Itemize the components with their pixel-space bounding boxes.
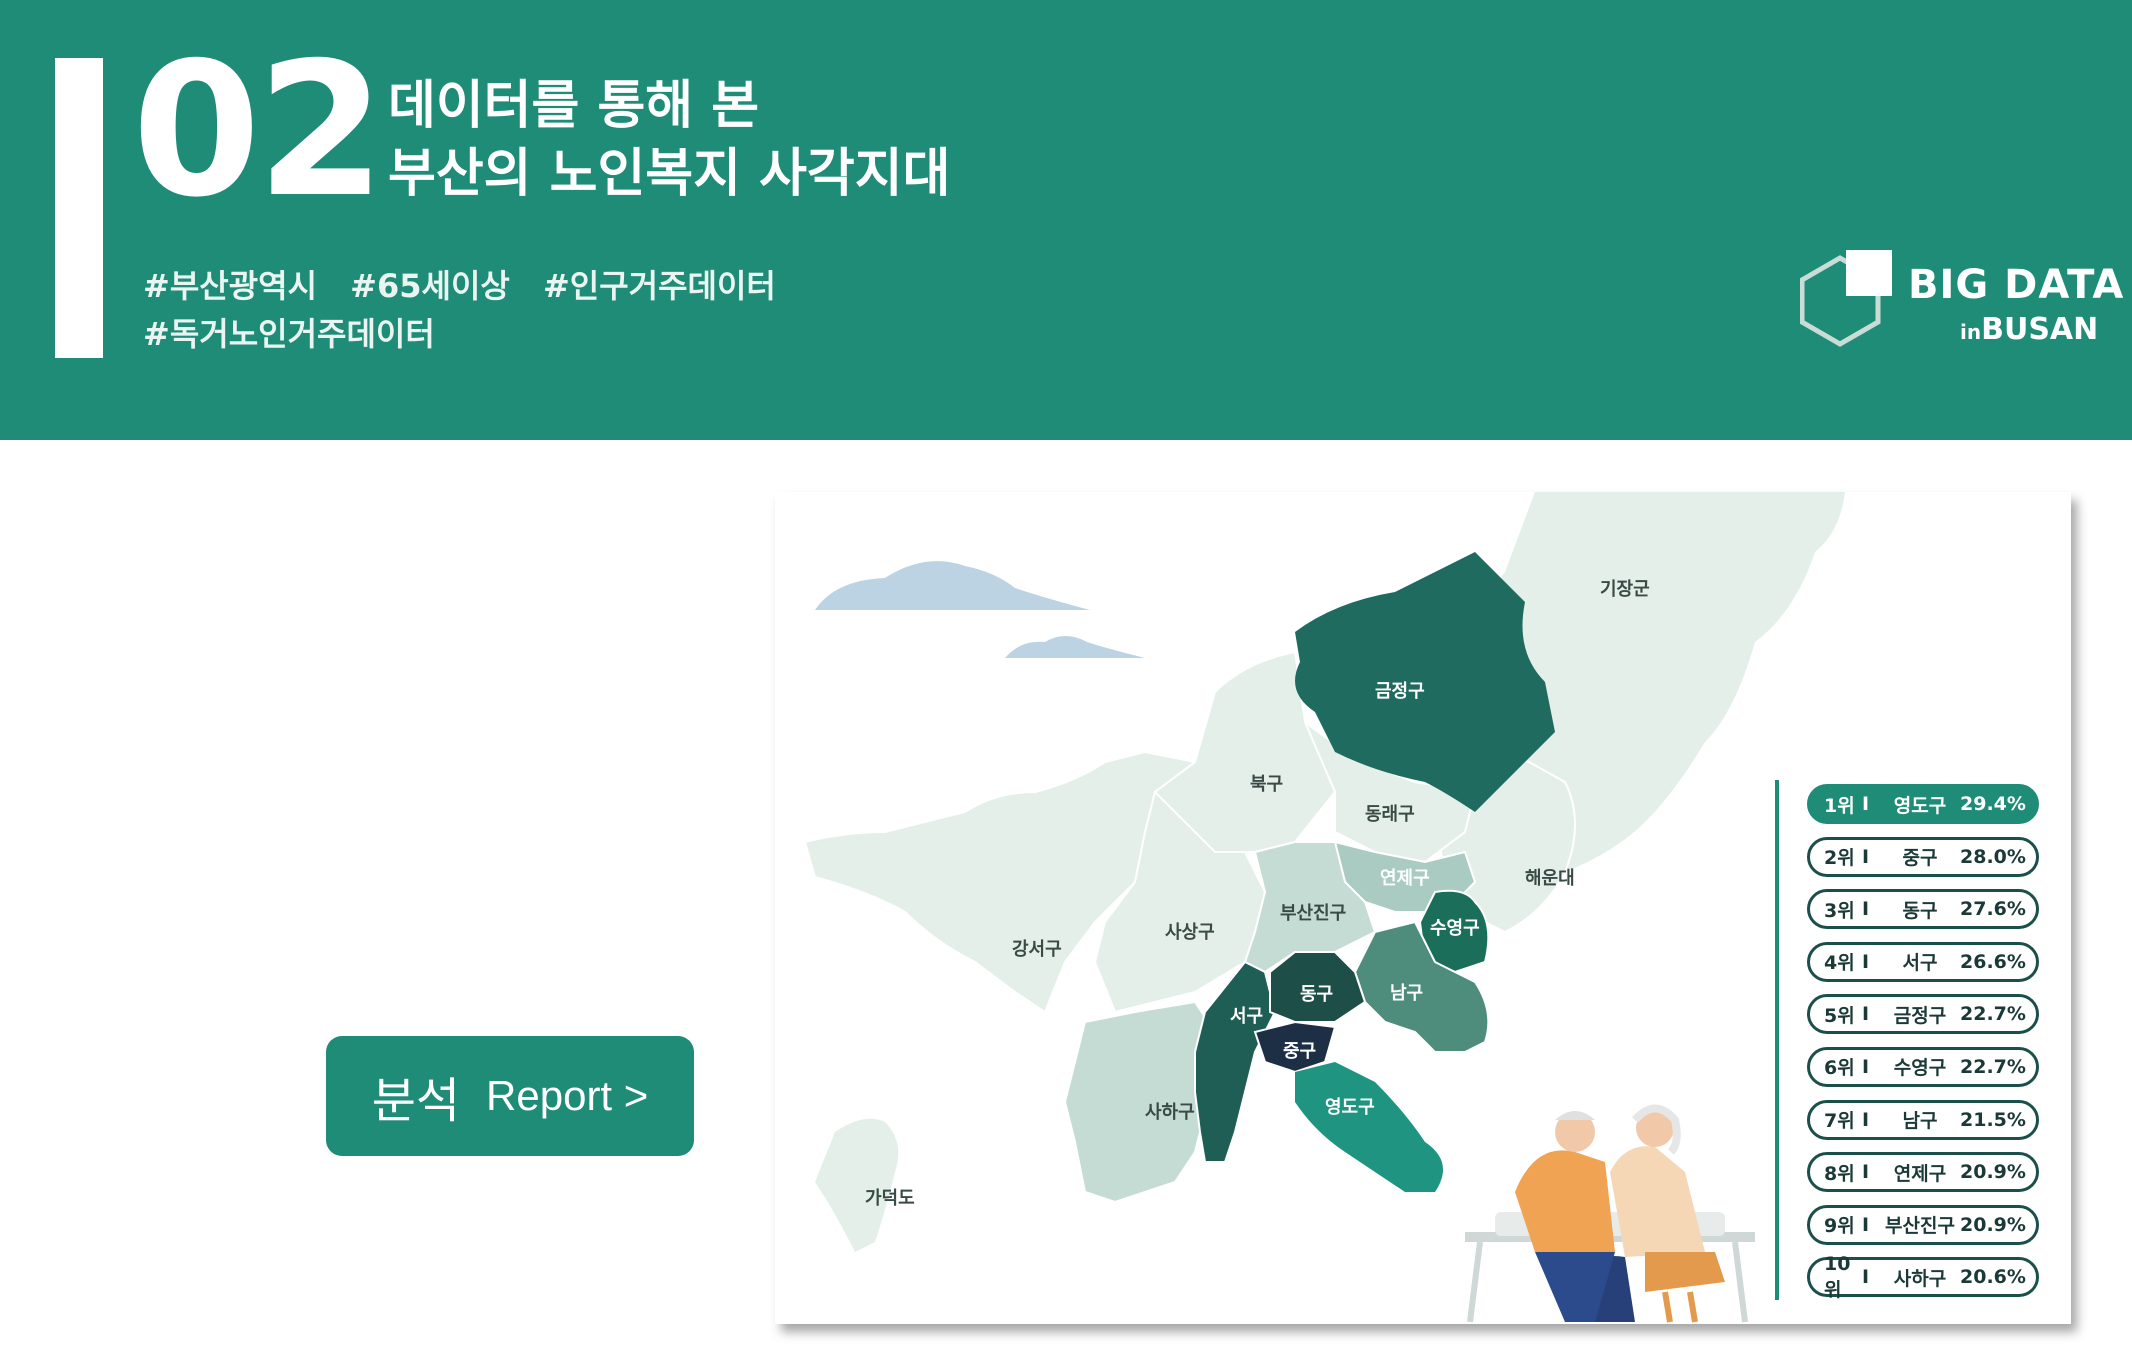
ranking-value: 27.6% bbox=[1960, 898, 2026, 921]
ranking-rank: 7위 bbox=[1824, 1110, 1855, 1133]
district-label: 영도구 bbox=[1325, 1097, 1375, 1118]
ranking-separator: I bbox=[1862, 793, 1870, 815]
district-label: 사상구 bbox=[1165, 922, 1215, 943]
district-label: 부산진구 bbox=[1280, 903, 1346, 924]
section-number: 02 bbox=[132, 22, 385, 238]
district-label: 수영구 bbox=[1430, 918, 1480, 939]
ranking-item: 2위 I 중구 28.0% bbox=[1807, 836, 2039, 877]
ranking-value: 22.7% bbox=[1960, 1003, 2026, 1026]
district-label: 가덕도 bbox=[865, 1188, 915, 1209]
district-label: 해운대 bbox=[1525, 868, 1575, 889]
ranking-rank: 5위 bbox=[1824, 1004, 1855, 1027]
logo-text-busan-word: BUSAN bbox=[1981, 312, 2099, 347]
ranking-item: 9위 I 부산진구 20.9% bbox=[1807, 1204, 2039, 1245]
logo-text-big-data: BIG DATA bbox=[1908, 262, 2125, 308]
district-label: 동래구 bbox=[1365, 804, 1415, 825]
ranking-rule bbox=[1775, 780, 1779, 1300]
ranking-district: 중구 bbox=[1902, 847, 1938, 870]
report-button[interactable]: 분석 Report > bbox=[326, 1036, 694, 1156]
hashtag: #독거노인거주데이터 bbox=[143, 315, 435, 353]
hashtag: #인구거주데이터 bbox=[542, 267, 776, 305]
ranking-item: 6위 I 수영구 22.7% bbox=[1807, 1046, 2039, 1087]
cloud-icon bbox=[815, 561, 1090, 610]
hashtag: #65세이상 bbox=[350, 267, 510, 305]
logo-text-busan: inBUSAN bbox=[1960, 312, 2098, 347]
ranking-district: 수영구 bbox=[1893, 1057, 1947, 1080]
ranking-district: 금정구 bbox=[1893, 1004, 1947, 1027]
ranking-separator: I bbox=[1862, 898, 1870, 921]
page-title: 데이터를 통해 본 부산의 노인복지 사각지대 bbox=[388, 72, 950, 208]
ranking-value: 20.9% bbox=[1960, 1161, 2026, 1184]
ranking-list: 1위 I 영도구 29.4% 2위 I 중구 28.0% 3위 I 동구 27.6% 4위 I 서구 26.6… bbox=[1807, 784, 2039, 1310]
district-label: 금정구 bbox=[1375, 681, 1425, 702]
ranking-rank: 1위 bbox=[1824, 794, 1855, 817]
ranking-item: 3위 I 동구 27.6% bbox=[1807, 889, 2039, 930]
ranking-separator: I bbox=[1862, 1055, 1870, 1078]
ranking-separator: I bbox=[1862, 1003, 1870, 1026]
district-label: 남구 bbox=[1390, 983, 1423, 1004]
district-gadeokdo bbox=[815, 1118, 899, 1252]
report-button-korean: 분석 bbox=[371, 1073, 461, 1129]
hashtag-list: #부산광역시 #65세이상 #인구거주데이터 #독거노인거주데이터 bbox=[143, 262, 798, 358]
district-label: 중구 bbox=[1283, 1041, 1316, 1062]
district-label: 서구 bbox=[1230, 1006, 1263, 1027]
ranking-rank: 2위 bbox=[1824, 847, 1855, 870]
district-seo bbox=[1194, 960, 1277, 1163]
ranking-value: 29.4% bbox=[1960, 793, 2026, 815]
ranking-item: 1위 I 영도구 29.4% bbox=[1807, 784, 2039, 824]
ranking-value: 28.0% bbox=[1960, 845, 2026, 868]
ranking-item: 8위 I 연제구 20.9% bbox=[1807, 1152, 2039, 1193]
ranking-district: 연제구 bbox=[1893, 1162, 1947, 1185]
ranking-item: 7위 I 남구 21.5% bbox=[1807, 1099, 2039, 1140]
ranking-district: 영도구 bbox=[1893, 794, 1947, 817]
hashtag: #부산광역시 bbox=[143, 267, 318, 305]
district-label: 북구 bbox=[1250, 774, 1283, 795]
ranking-separator: I bbox=[1862, 1108, 1870, 1131]
elderly-couple-icon bbox=[1465, 1104, 1755, 1323]
ranking-district: 남구 bbox=[1902, 1110, 1938, 1133]
ranking-district: 사하구 bbox=[1893, 1267, 1947, 1290]
ranking-district: 서구 bbox=[1902, 952, 1938, 975]
header-accent-bar bbox=[55, 58, 103, 358]
district-label: 연제구 bbox=[1380, 868, 1430, 889]
ranking-separator: I bbox=[1862, 1266, 1870, 1289]
header-banner: 02 데이터를 통해 본 부산의 노인복지 사각지대 #부산광역시 #65세이상… bbox=[0, 0, 2132, 440]
logo-text-in: in bbox=[1960, 320, 1982, 344]
ranking-rank: 4위 bbox=[1824, 952, 1855, 975]
district-label: 사하구 bbox=[1145, 1102, 1195, 1123]
ranking-district: 동구 bbox=[1902, 899, 1938, 922]
ranking-value: 22.7% bbox=[1960, 1055, 2026, 1078]
ranking-rank: 3위 bbox=[1824, 899, 1855, 922]
ranking-value: 20.9% bbox=[1960, 1213, 2026, 1236]
ranking-value: 26.6% bbox=[1960, 950, 2026, 973]
district-label: 기장군 bbox=[1600, 579, 1650, 600]
ranking-value: 21.5% bbox=[1960, 1108, 2026, 1131]
ranking-rank: 9위 bbox=[1824, 1215, 1855, 1238]
title-line-2: 부산의 노인복지 사각지대 bbox=[388, 144, 951, 204]
district-label: 동구 bbox=[1300, 984, 1333, 1005]
ranking-district: 부산진구 bbox=[1885, 1215, 1955, 1238]
district-yeongdo bbox=[1295, 1062, 1443, 1192]
cloud-icon bbox=[1005, 636, 1145, 658]
report-button-english: Report > bbox=[486, 1072, 649, 1119]
ranking-item: 5위 I 금정구 22.7% bbox=[1807, 994, 2039, 1035]
ranking-item: 10위 I 사하구 20.6% bbox=[1807, 1253, 2039, 1301]
ranking-rank: 6위 bbox=[1824, 1057, 1855, 1080]
ranking-separator: I bbox=[1862, 1213, 1870, 1236]
ranking-separator: I bbox=[1862, 1161, 1870, 1184]
ranking-value: 20.6% bbox=[1960, 1266, 2026, 1289]
district-label: 강서구 bbox=[1012, 939, 1062, 960]
ranking-rank: 8위 bbox=[1824, 1162, 1855, 1185]
ranking-rank: 10위 bbox=[1824, 1252, 1851, 1301]
ranking-item: 4위 I 서구 26.6% bbox=[1807, 941, 2039, 982]
busan-map-card: 기장군 금정구 북구 동래구 연제구 해운대 수영구 부산진구 사상구 강서구 … bbox=[775, 492, 2071, 1324]
title-line-1: 데이터를 통해 본 bbox=[388, 76, 760, 136]
ranking-separator: I bbox=[1862, 845, 1870, 868]
ranking-separator: I bbox=[1862, 950, 1870, 973]
